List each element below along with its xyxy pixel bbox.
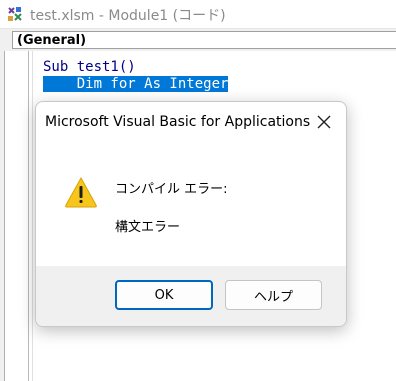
ok-button[interactable]: OK xyxy=(115,280,213,310)
procedure-combo[interactable]: (General) xyxy=(12,31,396,49)
editor-margin-divider xyxy=(32,51,33,381)
vbe-module-icon xyxy=(8,7,22,21)
compile-error-dialog: Microsoft Visual Basic for Applications … xyxy=(35,101,347,327)
help-button[interactable]: ヘルプ xyxy=(225,280,322,310)
error-heading: コンパイル エラー: xyxy=(115,182,228,197)
error-detail: 構文エラー xyxy=(115,220,181,235)
dialog-title: Microsoft Visual Basic for Applications xyxy=(45,114,311,130)
editor-margin-bar[interactable] xyxy=(28,51,29,381)
code-line-selected[interactable]: Dim for As Integer xyxy=(43,76,229,93)
editor-left-margin xyxy=(0,51,5,381)
dialog-body: コンパイル エラー: 構文エラー xyxy=(36,142,346,272)
code-line[interactable]: Sub test1() xyxy=(43,59,136,76)
close-icon[interactable] xyxy=(310,108,338,136)
warning-icon xyxy=(65,176,97,208)
combo-row: (General) xyxy=(0,29,396,51)
selected-code: Dim for As Integer xyxy=(43,76,229,92)
window-title: test.xlsm - Module1 (コード) xyxy=(30,8,226,24)
dialog-footer: OK ヘルプ xyxy=(36,266,346,326)
title-bar: test.xlsm - Module1 (コード) xyxy=(0,0,396,29)
procedure-combo-value: (General) xyxy=(17,33,87,48)
